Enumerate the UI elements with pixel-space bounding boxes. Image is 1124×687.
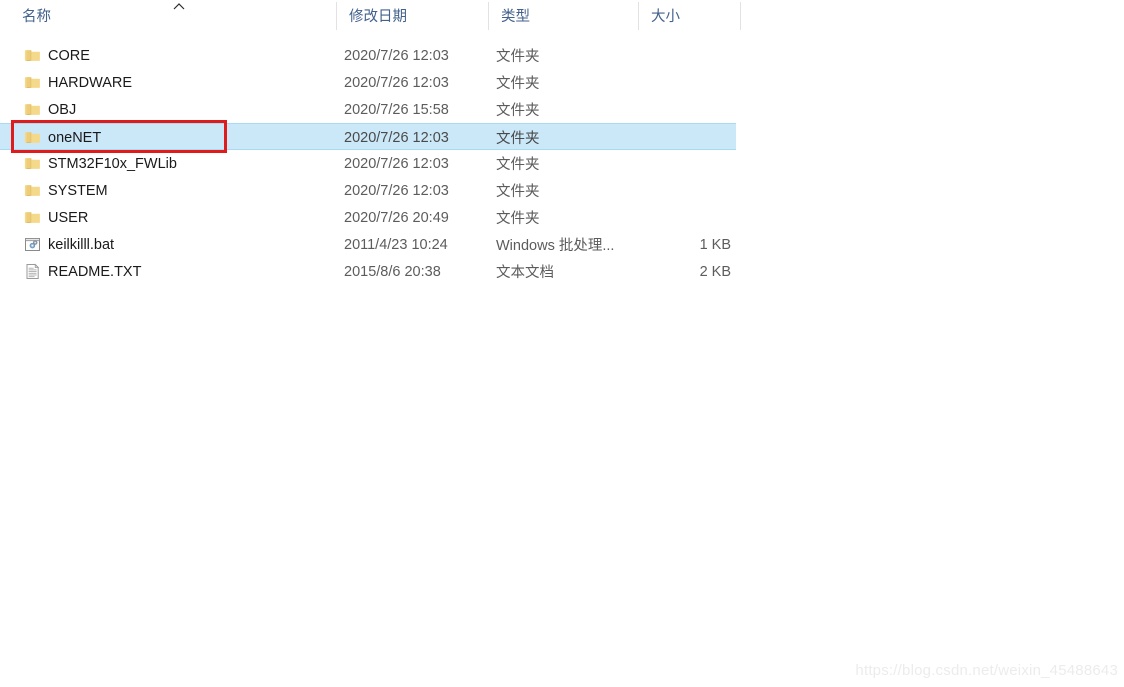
file-row[interactable]: OBJ 2020/7/26 15:58 文件夹 <box>0 96 736 123</box>
file-name-cell[interactable]: STM32F10x_FWLib <box>0 150 336 177</box>
column-header-size[interactable]: 大小 <box>639 0 740 31</box>
file-row[interactable]: STM32F10x_FWLib 2020/7/26 12:03 文件夹 <box>0 150 736 177</box>
file-date-cell: 2020/7/26 12:03 <box>344 129 449 146</box>
column-header-size-label: 大小 <box>651 9 680 25</box>
file-date-cell: 2020/7/26 12:03 <box>344 155 449 172</box>
file-type-cell: 文件夹 <box>496 103 540 119</box>
file-name-label: USER <box>48 209 89 226</box>
text-file-icon <box>24 263 41 280</box>
file-size-cell <box>636 204 731 231</box>
file-date-cell: 2020/7/26 12:03 <box>344 182 449 199</box>
file-size-cell: 2 KB <box>699 263 731 280</box>
file-name-label: keilkilll.bat <box>48 236 115 253</box>
file-size-cell <box>636 177 731 204</box>
file-name-cell[interactable]: README.TXT <box>0 258 336 285</box>
column-header-type[interactable]: 类型 <box>489 0 638 31</box>
folder-icon <box>24 182 41 199</box>
column-divider-4[interactable] <box>740 2 741 30</box>
file-size-cell <box>636 69 731 96</box>
file-row[interactable]: CORE 2020/7/26 12:03 文件夹 <box>0 42 736 69</box>
file-name-cell[interactable]: oneNET <box>0 124 336 151</box>
file-name-label: CORE <box>48 47 90 64</box>
file-date-cell: 2020/7/26 12:03 <box>344 74 449 91</box>
file-type-cell: 文件夹 <box>496 211 540 227</box>
folder-icon <box>24 129 41 146</box>
column-header-date[interactable]: 修改日期 <box>337 0 488 31</box>
column-header-name[interactable]: 名称 <box>0 0 336 31</box>
file-row[interactable]: SYSTEM 2020/7/26 12:03 文件夹 <box>0 177 736 204</box>
file-name-label: STM32F10x_FWLib <box>48 155 177 172</box>
file-name-cell[interactable]: OBJ <box>0 96 336 123</box>
folder-icon <box>24 74 41 91</box>
file-name-label: OBJ <box>48 101 77 118</box>
folder-icon <box>24 101 41 118</box>
folder-icon <box>24 209 41 226</box>
file-size-cell <box>636 150 731 177</box>
file-name-label: oneNET <box>48 129 102 146</box>
file-date-cell: 2020/7/26 15:58 <box>344 101 449 118</box>
file-name-cell[interactable]: USER <box>0 204 336 231</box>
file-size-cell <box>636 96 731 123</box>
file-name-cell[interactable]: SYSTEM <box>0 177 336 204</box>
file-size-cell <box>636 42 731 69</box>
column-header-date-label: 修改日期 <box>349 9 407 25</box>
file-name-label: SYSTEM <box>48 182 108 199</box>
file-name-label: HARDWARE <box>48 74 133 91</box>
file-row[interactable]: keilkilll.bat 2011/4/23 10:24 Windows 批处理.… <box>0 231 736 258</box>
folder-icon <box>24 155 41 172</box>
file-name-cell[interactable]: HARDWARE <box>0 69 336 96</box>
file-type-cell: 文件夹 <box>496 131 540 147</box>
file-date-cell: 2015/8/6 20:38 <box>344 263 441 280</box>
file-date-cell: 2011/4/23 10:24 <box>344 236 448 253</box>
file-date-cell: 2020/7/26 20:49 <box>344 209 449 226</box>
file-list: CORE 2020/7/26 12:03 文件夹 HARDWARE 2020/7/26 … <box>0 42 741 285</box>
file-row[interactable]: README.TXT 2015/8/6 20:38 文本文档 2 KB <box>0 258 736 285</box>
caret-up-icon <box>172 1 186 13</box>
file-date-cell: 2020/7/26 12:03 <box>344 47 449 64</box>
file-type-cell: 文件夹 <box>496 157 540 173</box>
file-type-cell: Windows 批处理... <box>496 238 615 254</box>
file-type-cell: 文件夹 <box>496 49 540 65</box>
watermark-text: https://blog.csdn.net/weixin_45488643 <box>855 662 1118 679</box>
file-row[interactable]: USER 2020/7/26 20:49 文件夹 <box>0 204 736 231</box>
file-name-cell[interactable]: keilkilll.bat <box>0 231 336 258</box>
column-header-name-label: 名称 <box>22 9 51 25</box>
file-type-cell: 文本文档 <box>496 265 554 281</box>
column-header-bar: 名称 修改日期 类型 大小 <box>0 0 741 31</box>
file-type-cell: 文件夹 <box>496 76 540 92</box>
file-size-cell: 1 KB <box>699 236 731 253</box>
batch-file-icon <box>24 236 41 253</box>
file-row[interactable]: oneNET 2020/7/26 12:03 文件夹 <box>0 123 736 150</box>
folder-icon <box>24 47 41 64</box>
file-type-cell: 文件夹 <box>496 184 540 200</box>
column-header-type-label: 类型 <box>501 9 530 25</box>
file-size-cell <box>636 124 731 151</box>
file-name-cell[interactable]: CORE <box>0 42 336 69</box>
file-row[interactable]: HARDWARE 2020/7/26 12:03 文件夹 <box>0 69 736 96</box>
file-name-label: README.TXT <box>48 263 142 280</box>
